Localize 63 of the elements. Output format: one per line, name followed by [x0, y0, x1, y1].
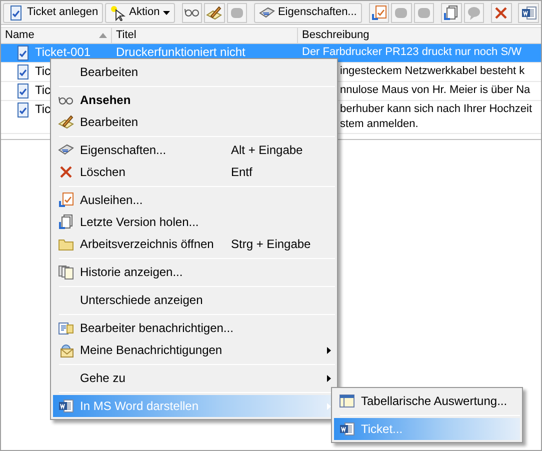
- ticket-name: Tic: [35, 83, 51, 99]
- ticket-description: Der Farbdrucker PR123 druckt nur noch S/W: [302, 45, 522, 60]
- menu-item[interactable]: Arbeitsverzeichnis öffnen Strg + Eingabe: [53, 233, 335, 255]
- documents-arrow-icon: [443, 4, 460, 20]
- toolbar-icon-button[interactable]: [368, 2, 390, 22]
- menu-item[interactable]: Ausleihen...: [53, 189, 335, 211]
- pencil-note-icon: [58, 114, 74, 130]
- table-icon: [338, 393, 354, 409]
- document-check-icon: [15, 83, 31, 99]
- ticket-title: Druckerfunktioniert nicht: [116, 45, 246, 59]
- pencil-note-icon: [206, 4, 222, 20]
- toolbar-icon-button[interactable]: [182, 2, 202, 22]
- ticket-description: berhuber kann sich nach Ihrer Hochzeit stem anmelden.: [340, 102, 532, 132]
- action-dropdown[interactable]: Aktion: [105, 2, 175, 22]
- menu-item[interactable]: Bearbeiten: [53, 61, 335, 83]
- menu-item[interactable]: Ansehen: [53, 89, 335, 111]
- toolbar-icon-button[interactable]: [441, 2, 462, 22]
- stacked-pages-icon: [58, 264, 74, 280]
- toolbar-icon-button[interactable]: [204, 2, 225, 22]
- menu-item[interactable]: Löschen Entf: [53, 161, 335, 183]
- document-arrow-icon: [58, 192, 74, 208]
- documents-arrow-icon: [58, 214, 74, 230]
- document-arrow-icon: [370, 4, 387, 20]
- ticket-name: Ticket-001: [35, 45, 91, 61]
- ticket-name: Tic: [35, 102, 51, 118]
- word-document-icon: [58, 398, 74, 414]
- ticket-description: ingesteckem Netzwerkkabel besteht k: [340, 64, 525, 79]
- column-header[interactable]: Beschreibung: [298, 28, 541, 43]
- glasses-icon: [58, 96, 74, 104]
- toolbar-icon-button[interactable]: [518, 2, 539, 22]
- document-check-icon: [15, 102, 31, 118]
- menu-item[interactable]: Bearbeiten: [53, 111, 335, 133]
- menu-item[interactable]: Unterschiede anzeigen: [53, 289, 335, 311]
- submenu-arrow-icon: [327, 374, 331, 382]
- delete-icon: [58, 164, 74, 180]
- column-header[interactable]: Name: [1, 28, 112, 43]
- properties-card-icon: [258, 4, 275, 20]
- submenu-arrow-icon: [327, 402, 331, 410]
- menu-item[interactable]: Letzte Version holen...: [53, 211, 335, 233]
- menu-item[interactable]: Meine Benachrichtigungen: [53, 339, 335, 361]
- cursor-spark-icon: [110, 4, 126, 20]
- submenu-arrow-icon: [327, 346, 331, 354]
- caret-icon: [162, 10, 170, 14]
- clipboard-note-icon: [58, 320, 74, 336]
- menu-item[interactable]: Historie anzeigen...: [53, 261, 335, 283]
- document-check-icon: [15, 64, 31, 80]
- word-document-icon: [520, 4, 537, 20]
- document-check-icon: [8, 4, 24, 20]
- disabled-speech-icon: [466, 4, 482, 20]
- envelope-icon: [58, 342, 74, 358]
- toolbar-icon-button[interactable]: [491, 2, 512, 22]
- toolbar-button[interactable]: Eigenschaften...: [254, 2, 362, 22]
- glasses-icon: [184, 8, 200, 17]
- menu-item[interactable]: Gehe zu: [53, 367, 335, 389]
- toolbar-button[interactable]: Ticket anlegen: [3, 2, 104, 22]
- word-document-icon: [338, 421, 354, 437]
- menu-item[interactable]: Bearbeiter benachrichtigen...: [53, 317, 335, 339]
- ticket-description: nnulose Maus von Hr. Meier is über Na: [340, 83, 530, 98]
- column-header[interactable]: Titel: [112, 28, 298, 43]
- delete-icon: [493, 4, 510, 20]
- menu-item[interactable]: Eigenschaften... Alt + Eingabe: [53, 139, 335, 161]
- ticket-name: Tic: [35, 64, 51, 80]
- menu-item[interactable]: Tabellarische Auswertung...: [334, 390, 520, 412]
